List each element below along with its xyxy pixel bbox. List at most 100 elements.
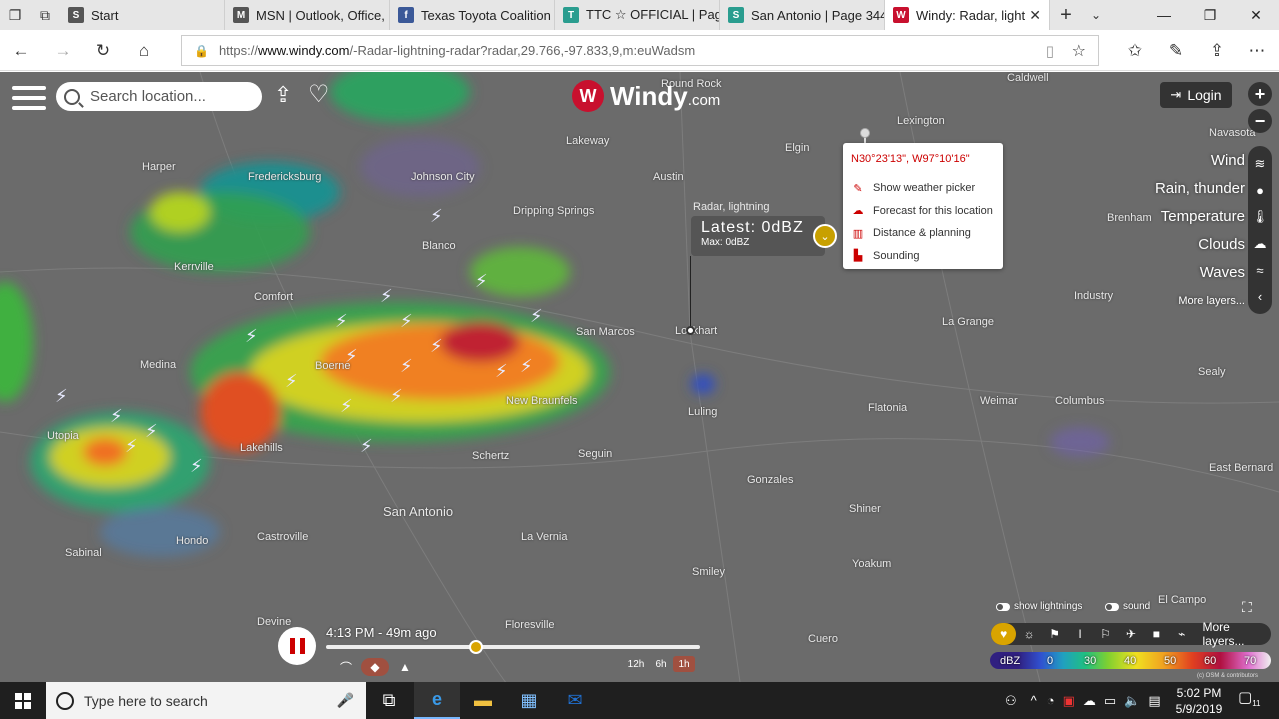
- range-1h-button[interactable]: 1h: [673, 656, 695, 672]
- taskbar-search-box[interactable]: Type here to search 🎤: [46, 682, 366, 719]
- chevron-left-icon[interactable]: ‹: [1258, 289, 1262, 304]
- thermometer-icon[interactable]: ǀ: [1067, 623, 1092, 645]
- chevron-down-icon[interactable]: ⌄: [813, 224, 837, 248]
- range-12h-button[interactable]: 12h: [625, 656, 647, 672]
- animation-medium-icon[interactable]: ◆: [361, 658, 389, 676]
- favorite-heart-icon[interactable]: ♡: [308, 80, 330, 109]
- toggle-switch[interactable]: [1105, 602, 1119, 611]
- picker-pin[interactable]: [686, 326, 695, 335]
- weather-icon[interactable]: ☼: [1016, 623, 1041, 645]
- overlay-more-layers[interactable]: More layers...: [1203, 620, 1271, 648]
- timeline-knob[interactable]: [468, 640, 483, 654]
- edge-browser-icon[interactable]: e: [414, 682, 460, 719]
- alert-icon[interactable]: ▣: [1063, 693, 1075, 709]
- fullscreen-icon[interactable]: ⛶: [1242, 599, 1252, 616]
- pause-button[interactable]: [278, 627, 316, 665]
- windy-logo[interactable]: W Windy .com: [572, 80, 720, 112]
- svg-text:⚡: ⚡: [245, 326, 258, 347]
- menu-item-distance[interactable]: ▥ Distance & planning: [851, 222, 995, 245]
- tab-preview-icon[interactable]: ⧉: [30, 0, 60, 30]
- tab-2[interactable]: f Texas Toyota Coalition (: [390, 0, 555, 30]
- people-icon[interactable]: ⚇: [1005, 693, 1017, 709]
- favorites-icon[interactable]: ✩: [1122, 38, 1148, 64]
- tab-0[interactable]: S Start: [60, 0, 225, 30]
- system-clock[interactable]: 5:02 PM 5/9/2019: [1170, 685, 1228, 717]
- notes-pen-icon[interactable]: ✎: [1163, 38, 1189, 64]
- tab-3[interactable]: T TTC ☆ OFFICIAL | Page: [555, 0, 720, 30]
- wind-icon[interactable]: ≋: [1255, 156, 1266, 172]
- satellite-icon[interactable]: ⌁: [1169, 623, 1194, 645]
- layer-item[interactable]: Wind: [1155, 147, 1245, 175]
- timeline-track[interactable]: [326, 640, 700, 654]
- file-explorer-icon[interactable]: ▬: [460, 682, 506, 719]
- layer-item[interactable]: Temperature: [1155, 203, 1245, 231]
- favorite-heart-icon[interactable]: ♥: [991, 623, 1017, 645]
- maximize-button[interactable]: ❐: [1187, 0, 1233, 30]
- wifi-icon[interactable]: ◔: [1047, 693, 1055, 708]
- reading-view-icon[interactable]: ▯: [1046, 42, 1054, 60]
- keyboard-icon[interactable]: ▤: [1148, 693, 1160, 709]
- forward-button[interactable]: →: [50, 38, 76, 64]
- task-view-icon[interactable]: ⧉: [366, 682, 412, 719]
- tab-5[interactable]: W Windy: Radar, light ✕: [885, 0, 1050, 30]
- login-button[interactable]: ⇥ Login: [1160, 82, 1232, 108]
- start-button[interactable]: [0, 682, 46, 719]
- rain-drop-icon[interactable]: ●: [1256, 183, 1264, 198]
- favorite-star-icon[interactable]: ☆: [1072, 41, 1086, 61]
- hamburger-menu-icon[interactable]: [12, 84, 46, 112]
- share-icon[interactable]: ⇪: [1204, 38, 1230, 64]
- webcam-icon[interactable]: ■: [1144, 623, 1169, 645]
- notification-center-icon[interactable]: ▢11: [1238, 688, 1261, 708]
- tab-1[interactable]: M MSN | Outlook, Office,: [225, 0, 390, 30]
- menu-item-forecast[interactable]: ☁ Forecast for this location: [851, 200, 995, 223]
- address-bar[interactable]: 🔒 https://www.windy.com/-Radar-lightning…: [181, 35, 1099, 66]
- range-6h-button[interactable]: 6h: [650, 656, 672, 672]
- store-icon[interactable]: ▦: [506, 682, 552, 719]
- tab-sets-icon[interactable]: ❐: [0, 0, 30, 30]
- radar-map[interactable]: ⚡ ⚡ ⚡ ⚡ ⚡ ⚡ ⚡ ⚡ ⚡ ⚡ ⚡ ⚡ ⚡ ⚡ ⚡ ⚡ ⚡ ⚡ ⚡ ⚡ ⚡ Round Rock Ca…: [0, 72, 1279, 682]
- back-button[interactable]: ←: [8, 38, 34, 64]
- search-location-input[interactable]: Search location...: [56, 82, 262, 111]
- new-tab-button[interactable]: +: [1050, 0, 1082, 30]
- battery-icon[interactable]: ▭: [1104, 693, 1116, 709]
- layer-item[interactable]: Rain, thunder: [1155, 175, 1245, 203]
- svg-text:⚡: ⚡: [340, 396, 353, 417]
- close-window-button[interactable]: ✕: [1233, 0, 1279, 30]
- tab-title: Windy: Radar, light: [916, 7, 1026, 23]
- tray-chevron-up-icon[interactable]: ^: [1031, 693, 1037, 708]
- close-tab-icon[interactable]: ✕: [1029, 7, 1041, 24]
- onedrive-cloud-icon[interactable]: ☁: [1083, 693, 1096, 709]
- sound-toggle[interactable]: sound: [1105, 601, 1150, 612]
- layer-item[interactable]: Waves: [1155, 259, 1245, 287]
- cloud-icon[interactable]: ☁: [1254, 236, 1267, 252]
- outlook-icon[interactable]: ✉: [552, 682, 598, 719]
- minimize-button[interactable]: —: [1141, 0, 1187, 30]
- toggle-switch[interactable]: [996, 602, 1010, 611]
- more-layers-link[interactable]: More layers...: [1155, 287, 1245, 315]
- tab-4[interactable]: S San Antonio | Page 344: [720, 0, 885, 30]
- tab-list-chevron-icon[interactable]: ⌄: [1082, 0, 1110, 30]
- windy-logo-icon: W: [572, 80, 604, 112]
- animation-fast-icon[interactable]: ▲: [391, 658, 419, 676]
- menu-item-weather-picker[interactable]: ✎ Show weather picker: [851, 177, 995, 200]
- zoom-out-button[interactable]: −: [1248, 109, 1272, 133]
- lightning-toggle[interactable]: show lightnings: [996, 601, 1082, 612]
- city-label: Elgin: [785, 142, 810, 154]
- animation-slow-icon[interactable]: ⌒: [332, 658, 360, 676]
- layer-item[interactable]: Clouds: [1155, 231, 1245, 259]
- flag-icon[interactable]: ⚑: [1042, 623, 1067, 645]
- share-map-icon[interactable]: ⇪: [274, 82, 292, 108]
- thermometer-icon[interactable]: 🌡: [1252, 209, 1269, 225]
- waves-icon[interactable]: ≈: [1256, 263, 1263, 278]
- home-button[interactable]: ⌂: [131, 38, 157, 64]
- volume-icon[interactable]: 🔈: [1124, 693, 1140, 709]
- airplane-icon[interactable]: ✈: [1118, 623, 1143, 645]
- zoom-in-button[interactable]: +: [1248, 82, 1272, 106]
- menu-item-sounding[interactable]: ▙ Sounding: [851, 245, 995, 268]
- url-host: www.windy.com: [257, 43, 350, 58]
- refresh-button[interactable]: ↻: [90, 38, 116, 64]
- microphone-icon[interactable]: 🎤: [337, 692, 354, 709]
- location-context-menu: N30°23'13", W97°10'16" ✎ Show weather pic…: [843, 143, 1003, 269]
- wind-turbine-icon[interactable]: ⚐: [1093, 623, 1118, 645]
- settings-more-icon[interactable]: ⋯: [1244, 38, 1270, 64]
